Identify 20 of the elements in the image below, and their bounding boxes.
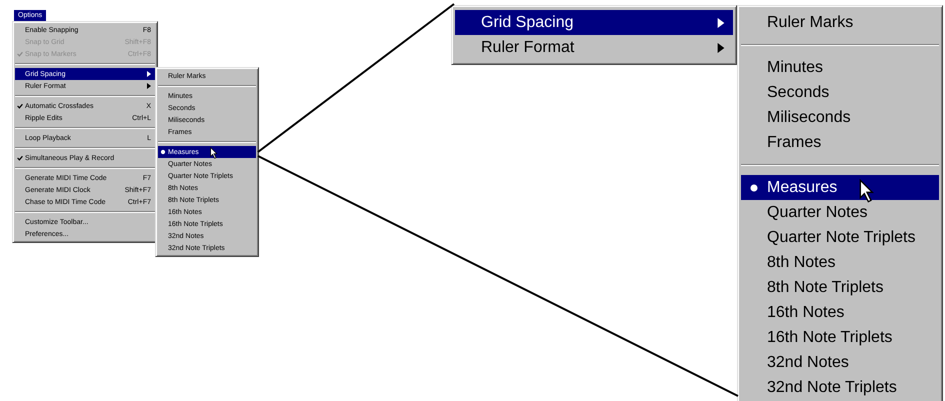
menu-item[interactable]: 16th Notes	[741, 300, 939, 325]
menu-item[interactable]: Ruler Marks	[741, 10, 939, 35]
menu-item[interactable]: Frames	[741, 130, 939, 155]
submenu-arrow-icon	[717, 18, 725, 28]
menu-item[interactable]: Measures	[741, 175, 939, 200]
menu-item[interactable]: Seconds	[741, 80, 939, 105]
menu-item[interactable]: 8th Note Triplets	[741, 275, 939, 300]
menu-item[interactable]: Quarter Note Triplets	[741, 225, 939, 250]
mouse-pointer-icon	[859, 179, 875, 203]
menu-item[interactable]: Minutes	[741, 55, 939, 80]
menu-item[interactable]: 32nd Notes	[741, 350, 939, 375]
menu-item[interactable]: 32nd Note Triplets	[741, 375, 939, 400]
menu-item[interactable]: Grid Spacing	[455, 10, 733, 35]
menu-item[interactable]: 8th Notes	[741, 250, 939, 275]
menu-item[interactable]: Ruler Format	[455, 35, 733, 60]
menu-item[interactable]: 16th Note Triplets	[741, 325, 939, 350]
submenu-arrow-icon	[717, 42, 725, 52]
menu-item[interactable]: Quarter Notes	[741, 200, 939, 225]
mouse-pointer-icon	[210, 147, 218, 159]
menu-item[interactable]: Miliseconds	[741, 105, 939, 130]
